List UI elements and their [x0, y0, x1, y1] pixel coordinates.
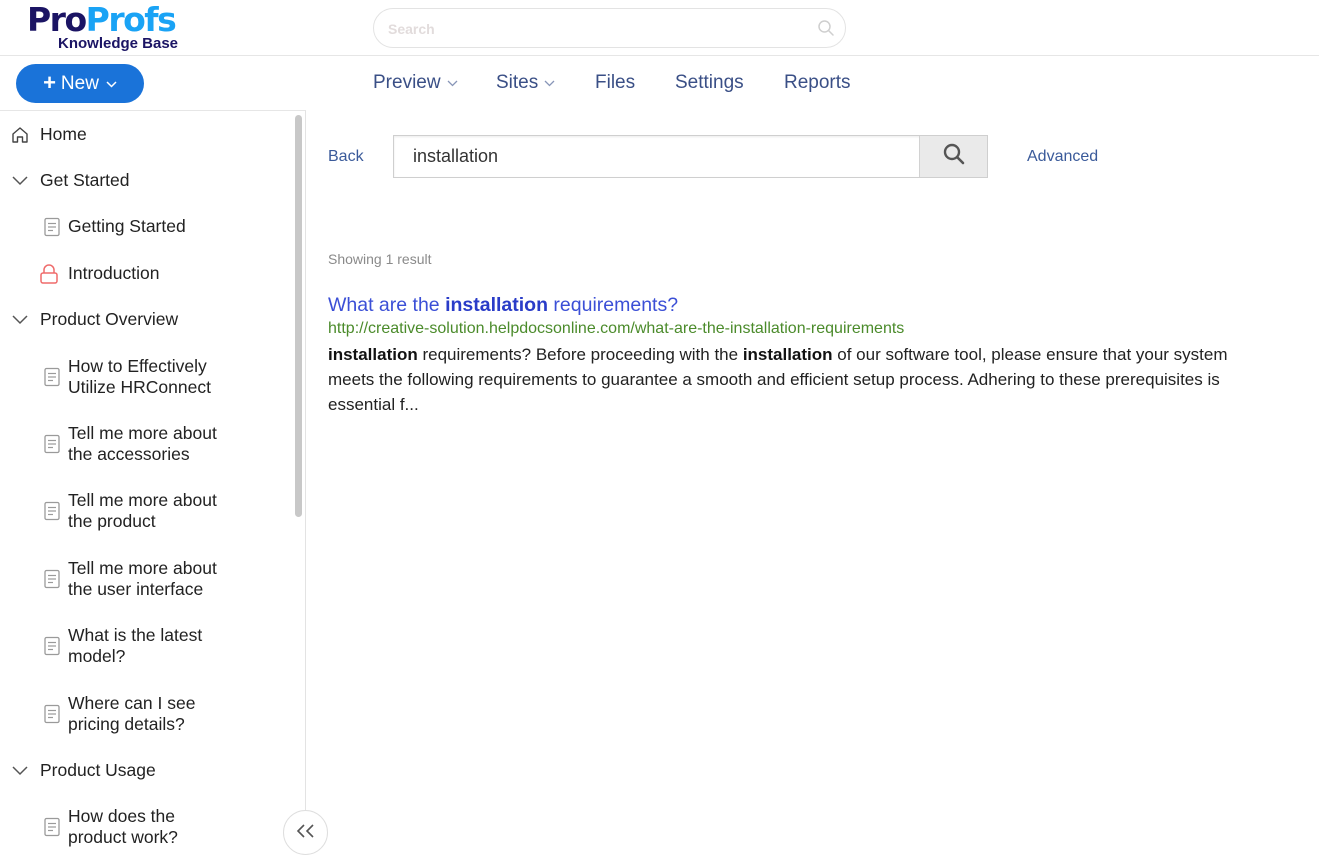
- label-line-1: Tell me more about: [68, 423, 217, 443]
- nav-reports[interactable]: Reports: [784, 72, 851, 94]
- sidebar-item-how-to-effectively-utilize-hrconnect[interactable]: How to Effectively Utilize HRConnect: [42, 356, 211, 398]
- kb-search-input[interactable]: [394, 136, 920, 177]
- lock-icon: [37, 263, 61, 284]
- document-icon: [42, 367, 62, 387]
- label-line-1: How does the: [68, 806, 176, 826]
- kb-search-box: [393, 135, 988, 178]
- nav-sites-label: Sites: [496, 72, 539, 93]
- label-line-2: the accessories: [68, 444, 190, 464]
- label-line-2: the product: [68, 511, 156, 531]
- result-title-link[interactable]: What are the installation requirements?: [328, 293, 1268, 317]
- chevron-down-icon: [10, 171, 30, 191]
- label-line-1: How to Effectively: [68, 356, 207, 376]
- chevron-down-icon: [10, 761, 30, 781]
- sidebar-item-label: Product Usage: [40, 760, 156, 780]
- label-line-1: What is the latest: [68, 625, 203, 645]
- home-icon: [10, 125, 30, 145]
- label-line-1: Tell me more about: [68, 490, 217, 510]
- label-line-2: Utilize HRConnect: [68, 377, 211, 397]
- top-header: ProProfs Knowledge Base: [0, 0, 1319, 56]
- new-button[interactable]: + New: [16, 64, 144, 103]
- sidebar-item-home[interactable]: Home: [10, 124, 87, 145]
- sidebar-item-label: How does the product work?: [68, 806, 178, 848]
- nav-settings[interactable]: Settings: [675, 72, 744, 94]
- sidebar-item-user-interface[interactable]: Tell me more about the user interface: [42, 558, 217, 600]
- logo-pro: Pro: [27, 0, 87, 39]
- nav-preview-label: Preview: [373, 72, 441, 93]
- snippet-text: requirements? Before proceeding with the: [417, 345, 743, 364]
- sidebar-item-introduction[interactable]: Introduction: [37, 263, 159, 284]
- sidebar-item-label: Home: [40, 124, 87, 144]
- document-icon: [42, 501, 62, 521]
- label-line-2: model?: [68, 646, 126, 666]
- sidebar-item-label: Introduction: [68, 263, 160, 283]
- sidebar: Home Get Started Getting Started Introdu…: [0, 110, 306, 855]
- document-icon: [42, 434, 62, 454]
- document-icon: [42, 817, 62, 837]
- advanced-search-link[interactable]: Advanced: [1027, 148, 1098, 166]
- sidebar-section-product-overview[interactable]: Product Overview: [10, 309, 178, 330]
- sidebar-item-label: Get Started: [40, 170, 130, 190]
- search-result: What are the installation requirements? …: [328, 293, 1268, 417]
- label-line-2: product work?: [68, 827, 178, 847]
- nav-files[interactable]: Files: [595, 72, 635, 94]
- chevron-down-icon: [544, 78, 555, 90]
- document-icon: [42, 217, 62, 237]
- sidebar-item-label: Tell me more about the accessories: [68, 423, 217, 465]
- label-line-2: the user interface: [68, 579, 204, 599]
- result-count: Showing 1 result: [328, 251, 432, 267]
- logo-subtitle: Knowledge Base: [58, 35, 179, 52]
- search-icon[interactable]: [817, 19, 835, 37]
- sidebar-item-pricing-details[interactable]: Where can I see pricing details?: [42, 693, 195, 735]
- label-line-1: Where can I see: [68, 693, 196, 713]
- document-icon: [42, 704, 62, 724]
- sidebar-item-label: Tell me more about the user interface: [68, 558, 217, 600]
- nav-preview[interactable]: Preview: [373, 72, 458, 94]
- sidebar-item-label: Where can I see pricing details?: [68, 693, 195, 735]
- label-line-2: pricing details?: [68, 714, 185, 734]
- global-search-box[interactable]: [373, 8, 846, 48]
- sidebar-scrollbar[interactable]: [295, 115, 302, 517]
- back-link[interactable]: Back: [328, 148, 364, 166]
- sidebar-item-getting-started[interactable]: Getting Started: [42, 216, 186, 237]
- snippet-highlight: installation: [328, 345, 418, 364]
- chevron-down-icon: [447, 78, 458, 90]
- sidebar-section-get-started[interactable]: Get Started: [10, 170, 130, 191]
- plus-icon: +: [43, 69, 56, 95]
- sidebar-item-latest-model[interactable]: What is the latest model?: [42, 625, 202, 667]
- nav-sites[interactable]: Sites: [496, 72, 555, 94]
- sidebar-item-product[interactable]: Tell me more about the product: [42, 490, 217, 532]
- collapse-sidebar-button[interactable]: [283, 810, 328, 855]
- result-snippet: installation requirements? Before procee…: [328, 342, 1268, 417]
- title-highlight: installation: [445, 294, 548, 316]
- logo-profs: Profs: [85, 0, 177, 39]
- sidebar-item-label: Getting Started: [68, 216, 186, 236]
- new-button-label: New: [60, 72, 99, 94]
- sidebar-item-label: Product Overview: [40, 309, 179, 329]
- sidebar-item-how-does-product-work[interactable]: How does the product work?: [42, 806, 178, 848]
- sidebar-item-label: How to Effectively Utilize HRConnect: [68, 356, 211, 398]
- proprofs-logo[interactable]: ProProfs Knowledge Base: [27, 2, 197, 54]
- label-line-1: Tell me more about: [68, 558, 217, 578]
- nav-files-label: Files: [595, 72, 636, 93]
- nav-settings-label: Settings: [675, 72, 744, 93]
- title-text: requirements?: [548, 294, 679, 316]
- logo-wordmark: ProProfs: [27, 0, 177, 39]
- chevron-down-icon: [10, 310, 30, 330]
- chevron-down-icon: [106, 77, 117, 91]
- sidebar-item-label: What is the latest model?: [68, 625, 202, 667]
- title-text: What are the: [328, 294, 446, 316]
- search-icon: [942, 142, 966, 171]
- document-icon: [42, 569, 62, 589]
- sidebar-item-label: Tell me more about the product: [68, 490, 217, 532]
- global-search-input[interactable]: [388, 17, 808, 41]
- document-icon: [42, 636, 62, 656]
- sidebar-section-product-usage[interactable]: Product Usage: [10, 760, 156, 781]
- sidebar-item-accessories[interactable]: Tell me more about the accessories: [42, 423, 217, 465]
- nav-reports-label: Reports: [784, 72, 851, 93]
- snippet-highlight: installation: [742, 345, 833, 364]
- result-url[interactable]: http://creative-solution.helpdocsonline.…: [328, 317, 1268, 341]
- double-chevron-left-icon: [295, 821, 317, 844]
- search-submit-button[interactable]: [919, 136, 987, 177]
